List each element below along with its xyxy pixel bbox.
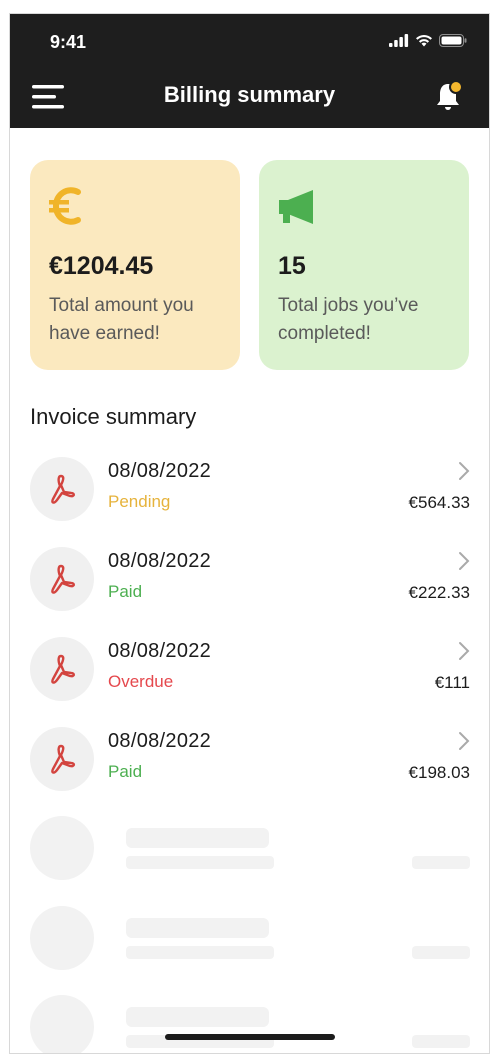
earned-amount-card: €1204.45 Total amount you have earned!	[30, 160, 240, 370]
app-bar: Billing summary	[10, 66, 489, 128]
invoice-summary-heading: Invoice summary	[30, 404, 197, 429]
pdf-icon	[30, 637, 94, 701]
megaphone-icon	[277, 186, 317, 231]
status-bar: 9:41	[10, 14, 489, 66]
pdf-icon	[30, 727, 94, 791]
loading-skeleton-row	[30, 816, 470, 880]
chevron-right-icon	[459, 732, 470, 750]
invoice-status: Pending	[108, 492, 171, 511]
chevron-right-icon	[459, 552, 470, 570]
pdf-icon	[30, 457, 94, 521]
invoice-amount: €564.33	[408, 493, 470, 512]
skeleton-line	[412, 1035, 470, 1048]
invoice-date: 08/08/2022	[108, 730, 212, 752]
skeleton-line	[126, 918, 269, 938]
page-title: Billing summary	[163, 82, 336, 107]
chevron-right-icon	[459, 462, 470, 480]
invoice-status: Paid	[108, 762, 143, 781]
invoice-row[interactable]: 08/08/2022 Paid €222.33	[30, 547, 470, 611]
chevron-right-icon	[459, 642, 470, 660]
status-icons	[389, 34, 467, 47]
invoice-status: Paid	[108, 582, 143, 601]
signal-icon	[389, 34, 409, 47]
earned-amount-label: Total amount you have earned!	[49, 295, 194, 344]
skeleton-line	[126, 1007, 269, 1027]
wifi-icon	[416, 34, 432, 47]
skeleton-line	[126, 946, 274, 959]
invoice-date: 08/08/2022	[108, 550, 212, 572]
skeleton-avatar	[30, 906, 94, 970]
jobs-completed-card: 15 Total jobs you’ve completed!	[259, 160, 469, 370]
skeleton-avatar	[30, 995, 94, 1053]
battery-icon	[439, 34, 467, 47]
phone-screen: 9:41 Billing summary €1204.45 Total amou…	[9, 13, 490, 1054]
earned-amount-value: €1204.45	[49, 252, 154, 280]
status-time: 9:41	[50, 32, 87, 52]
skeleton-line	[412, 946, 470, 959]
home-indicator[interactable]	[165, 1034, 335, 1040]
invoice-amount: €222.33	[408, 583, 470, 602]
euro-icon	[48, 186, 84, 231]
notification-bell-icon	[437, 80, 463, 110]
loading-skeleton-row	[30, 906, 470, 970]
skeleton-line	[126, 828, 269, 848]
jobs-completed-label: Total jobs you’ve completed!	[278, 295, 419, 344]
loading-skeleton-row	[30, 995, 470, 1053]
invoice-status: Overdue	[108, 672, 174, 691]
skeleton-line	[126, 856, 274, 869]
invoice-row[interactable]: 08/08/2022 Paid €198.03	[30, 727, 470, 791]
invoice-amount: €111	[434, 673, 470, 692]
invoice-amount: €198.03	[408, 763, 470, 782]
invoice-date: 08/08/2022	[108, 460, 212, 482]
notifications-button[interactable]	[433, 78, 467, 114]
invoice-row[interactable]: 08/08/2022 Overdue €111	[30, 637, 470, 701]
pdf-icon	[30, 547, 94, 611]
skeleton-line	[412, 856, 470, 869]
jobs-completed-value: 15	[278, 252, 306, 280]
invoice-row[interactable]: 08/08/2022 Pending €564.33	[30, 457, 470, 521]
invoice-date: 08/08/2022	[108, 640, 212, 662]
skeleton-avatar	[30, 816, 94, 880]
